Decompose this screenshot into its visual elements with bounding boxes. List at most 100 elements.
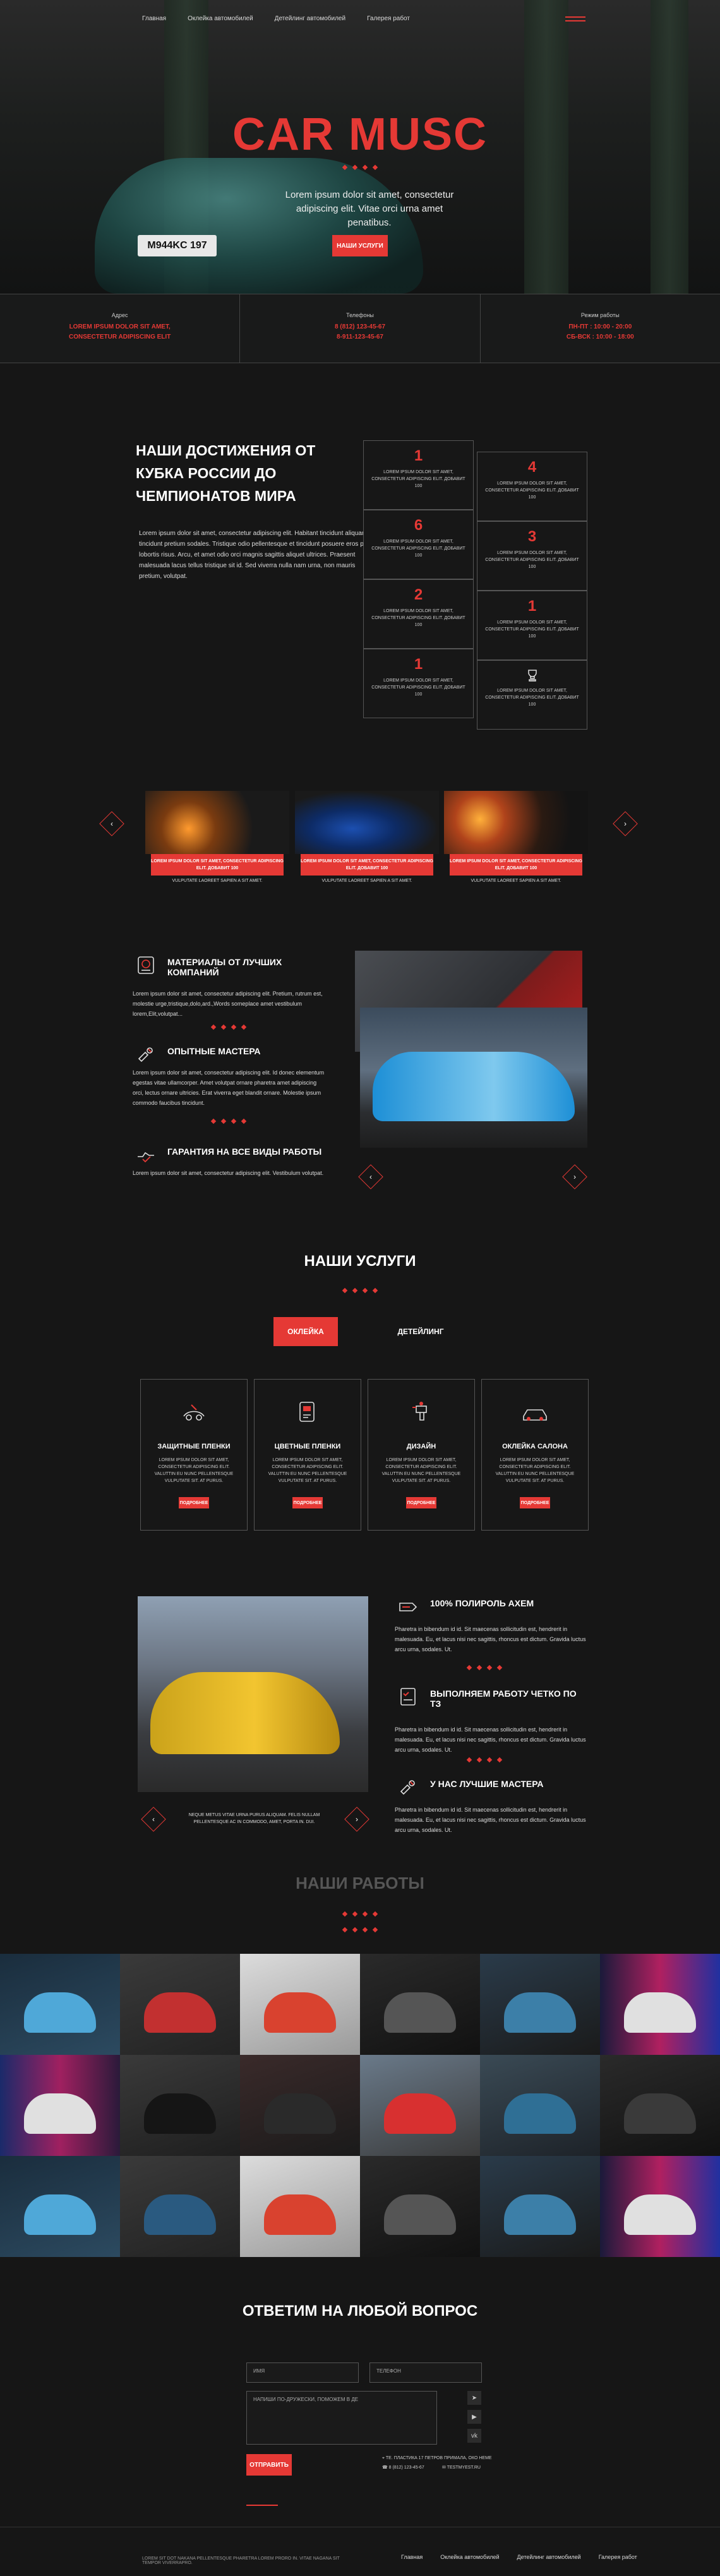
service-title: ЦВЕТНЫЕ ПЛЕНКИ <box>274 1443 341 1450</box>
feature-item: МАТЕРИАЛЫ ОТ ЛУЧШИХ КОМПАНИЙ Lorem ipsum… <box>133 956 325 1019</box>
achievement-number: 4 <box>527 459 537 476</box>
tab-detailing[interactable]: ДЕТЕЙЛИНГ <box>388 1317 453 1346</box>
gallery-item[interactable] <box>120 1954 240 2055</box>
contact-phone[interactable]: ☎ 8 (812) 123-45-67 <box>382 2465 424 2470</box>
footer-link-gallery[interactable]: Галерея работ <box>599 2554 637 2560</box>
gallery-item[interactable] <box>360 1954 480 2055</box>
decorative-dots <box>210 1118 247 1124</box>
nav-link-gallery[interactable]: Галерея работ <box>367 15 410 22</box>
decorative-dots <box>0 1927 720 1933</box>
achievement-card: 1 LOREM IPSUM DOLOR SIT AMET, CONSECTETUR… <box>363 649 474 718</box>
slide-subcaption: VULPUTATE LAOREET SAPIEN A SIT AMET. <box>321 879 412 883</box>
vk-icon[interactable]: vk <box>467 2429 481 2443</box>
feature-title: У НАС ЛУЧШИЕ МАСТЕРА <box>430 1779 544 1789</box>
nav-link-detailing[interactable]: Детейлинг автомобилей <box>275 15 345 22</box>
slider-next-button[interactable]: › <box>344 1807 369 1832</box>
message-field[interactable]: НАПИШИ ПО-ДРУЖЕСКИ, ПОМОЖЕМ В ДЕ <box>246 2391 437 2445</box>
slide-card[interactable]: LOREM IPSUM DOLOR SIT AMET, CONSECTETUR … <box>295 791 439 883</box>
service-text: LOREM IPSUM DOLOR SIT AMET, CONSECTETUR … <box>268 1458 347 1483</box>
service-card: ДИЗАЙН LOREM IPSUM DOLOR SIT AMET, CONSE… <box>368 1379 475 1531</box>
address-text: ТЕ. ПЛАСТИКА 17 ПЕТРОВ ПРИМАЛА, ОКО НЕМЕ <box>385 2456 492 2460</box>
slide-card[interactable]: LOREM IPSUM DOLOR SIT AMET, CONSECTETUR … <box>444 791 588 883</box>
slider2-caption: NEQUE METUS VITAE URNA PURUS ALIQUAM. FE… <box>188 1813 320 1824</box>
address-block: Адрес LOREM IPSUM DOLOR SIT AMET, CONSEC… <box>0 294 241 363</box>
gallery-item[interactable] <box>0 1954 120 2055</box>
gallery-item[interactable] <box>600 2156 720 2257</box>
achievement-card: 6 LOREM IPSUM DOLOR SIT AMET, CONSECTETUR… <box>363 510 474 579</box>
gallery-item[interactable] <box>240 2055 360 2156</box>
address-label: Адрес <box>111 312 128 318</box>
nav-link-wrapping[interactable]: Оклейка автомобилей <box>188 15 253 22</box>
slider-next-button[interactable]: › <box>613 811 638 836</box>
name-field[interactable]: ИМЯ <box>246 2362 359 2383</box>
slide-caption: LOREM IPSUM DOLOR SIT AMET, CONSECTETUR … <box>301 854 433 876</box>
master-icon <box>133 1041 159 1068</box>
achievement-text: LOREM IPSUM DOLOR SIT AMET, CONSECTETUR … <box>371 470 465 488</box>
phone-field[interactable]: ТЕЛЕФОН <box>369 2362 482 2383</box>
slide-image <box>145 791 289 854</box>
youtube-icon[interactable]: ▶ <box>467 2410 481 2424</box>
slide-subcaption: VULPUTATE LAOREET SAPIEN A SIT AMET. <box>471 879 561 883</box>
gallery-item[interactable] <box>0 2055 120 2156</box>
services-button[interactable]: НАШИ УСЛУГИ <box>332 235 388 256</box>
footer-link-home[interactable]: Главная <box>401 2554 423 2560</box>
car-interior-icon <box>520 1399 550 1426</box>
decorative-dots <box>210 1024 247 1030</box>
polish-icon <box>395 1593 421 1620</box>
phone-1[interactable]: 8 (812) 123-45-67 <box>240 322 479 332</box>
checklist-icon <box>395 1683 421 1710</box>
footer-link-wrapping[interactable]: Оклейка автомобилей <box>440 2554 499 2560</box>
hero-section: M944KC 197 Главная Оклейка автомобилей Д… <box>0 0 720 294</box>
service-more-button[interactable]: ПОДРОБНЕЕ <box>520 1497 550 1508</box>
slide-caption: LOREM IPSUM DOLOR SIT AMET, CONSECTETUR … <box>450 854 582 876</box>
gallery-item[interactable] <box>480 2156 600 2257</box>
feature-text: Lorem ipsum dolor sit amet, consectetur … <box>133 1170 324 1176</box>
slider-prev-button[interactable]: ‹ <box>141 1807 166 1832</box>
slide-subcaption: VULPUTATE LAOREET SAPIEN A SIT AMET. <box>172 879 263 883</box>
works-title: НАШИ РАБОТЫ <box>296 1874 424 1893</box>
copyright-text: LOREM SIT DOT NAKANA PELLENTESQUE PHARET… <box>142 2556 340 2565</box>
hero-subtitle: Lorem ipsum dolor sit amet, consectetur … <box>285 190 454 228</box>
decorative-dots <box>0 164 720 171</box>
gallery-item[interactable] <box>480 1954 600 2055</box>
phones-label: Телефоны <box>346 312 374 318</box>
gallery-item[interactable] <box>600 2055 720 2156</box>
materials-icon <box>133 952 159 978</box>
gallery-item[interactable] <box>480 2055 600 2156</box>
footer-link-detailing[interactable]: Детейлинг автомобилей <box>517 2554 581 2560</box>
gallery-item[interactable] <box>120 2156 240 2257</box>
slide-card[interactable]: LOREM IPSUM DOLOR SIT AMET, CONSECTETUR … <box>145 791 289 883</box>
phones-block: Телефоны 8 (812) 123-45-67 8-911-123-45-… <box>240 294 481 363</box>
achievement-text: LOREM IPSUM DOLOR SIT AMET, CONSECTETUR … <box>485 551 579 569</box>
slide-image <box>444 791 588 854</box>
gallery-item[interactable] <box>120 2055 240 2156</box>
gallery-item[interactable] <box>0 2156 120 2257</box>
slider-next-button[interactable]: › <box>562 1164 587 1189</box>
slider-prev-button[interactable]: ‹ <box>99 811 124 836</box>
tab-wrapping[interactable]: ОКЛЕЙКА <box>273 1317 338 1346</box>
slider-prev-button[interactable]: ‹ <box>358 1164 383 1189</box>
service-more-button[interactable]: ПОДРОБНЕЕ <box>406 1497 436 1508</box>
telegram-icon[interactable]: ➤ <box>467 2391 481 2405</box>
achievement-card: 3 LOREM IPSUM DOLOR SIT AMET, CONSECTETUR… <box>477 521 587 591</box>
menu-icon[interactable] <box>565 14 585 27</box>
hours-label: Режим работы <box>580 312 620 318</box>
service-card: ОКЛЕЙКА САЛОНА LOREM IPSUM DOLOR SIT AME… <box>481 1379 589 1531</box>
service-title: ОКЛЕЙКА САЛОНА <box>502 1443 568 1450</box>
gallery-item[interactable] <box>240 1954 360 2055</box>
gallery-item[interactable] <box>360 2156 480 2257</box>
service-more-button[interactable]: ПОДРОБНЕЕ <box>292 1497 323 1508</box>
slide-image <box>295 791 439 854</box>
phone-2[interactable]: 8-911-123-45-67 <box>240 332 479 342</box>
achievement-card: 2 LOREM IPSUM DOLOR SIT AMET, CONSECTETUR… <box>363 579 474 649</box>
service-text: LOREM IPSUM DOLOR SIT AMET, CONSECTETUR … <box>381 1458 461 1483</box>
service-more-button[interactable]: ПОДРОБНЕЕ <box>179 1497 209 1508</box>
contact-email[interactable]: ✉ TESTMYEST.RU <box>442 2465 481 2470</box>
service-text: LOREM IPSUM DOLOR SIT AMET, CONSECTETUR … <box>154 1458 234 1483</box>
gallery-item[interactable] <box>240 2156 360 2257</box>
gallery-item[interactable] <box>600 1954 720 2055</box>
nav-link-home[interactable]: Главная <box>142 15 166 22</box>
submit-button[interactable]: ОТПРАВИТЬ <box>246 2454 292 2476</box>
gallery-item[interactable] <box>360 2055 480 2156</box>
divider <box>246 2505 278 2506</box>
